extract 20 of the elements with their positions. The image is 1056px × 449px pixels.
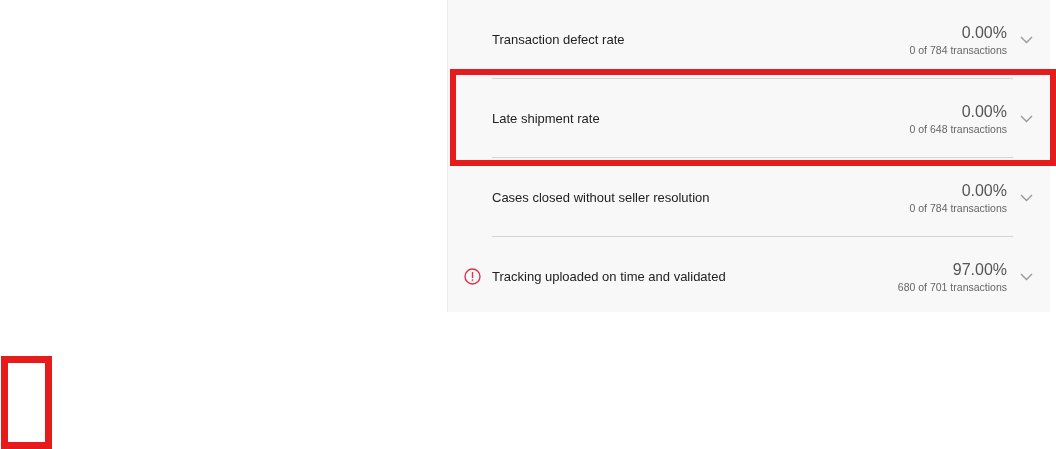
- metric-value: 0.00%: [961, 101, 1007, 122]
- chevron-down-icon[interactable]: [1020, 35, 1033, 44]
- chevron-down-icon[interactable]: [1020, 193, 1033, 202]
- metric-detail: 0 of 784 transactions: [909, 42, 1007, 57]
- metric-label: Tracking uploaded on time and validated: [492, 269, 727, 284]
- metric-label: Transaction defect rate: [492, 32, 626, 47]
- metric-row[interactable]: Transaction defect rate 0.00% 0 of 784 transactions: [448, 0, 1050, 79]
- metric-value: 0.00%: [961, 180, 1007, 201]
- metric-value: 0.00%: [961, 22, 1007, 43]
- metric-detail: 0 of 784 transactions: [909, 200, 1007, 215]
- chevron-down-icon[interactable]: [1020, 272, 1033, 281]
- metric-row[interactable]: Cases closed without seller resolution 0.00% 0 of 784 transactions: [448, 158, 1050, 237]
- metric-detail: 680 of 701 transactions: [897, 279, 1007, 294]
- metric-label: Late shipment rate: [492, 111, 601, 126]
- metric-row[interactable]: Tracking uploaded on time and validated 97.00% 680 of 701 transactions: [448, 237, 1050, 316]
- metric-row[interactable]: Late shipment rate 0.00% 0 of 648 transactions: [448, 79, 1050, 158]
- metric-detail: 0 of 648 transactions: [909, 121, 1007, 136]
- chevron-down-icon[interactable]: [1020, 114, 1033, 123]
- metric-label: Cases closed without seller resolution: [492, 190, 711, 205]
- metric-value: 97.00%: [952, 259, 1007, 280]
